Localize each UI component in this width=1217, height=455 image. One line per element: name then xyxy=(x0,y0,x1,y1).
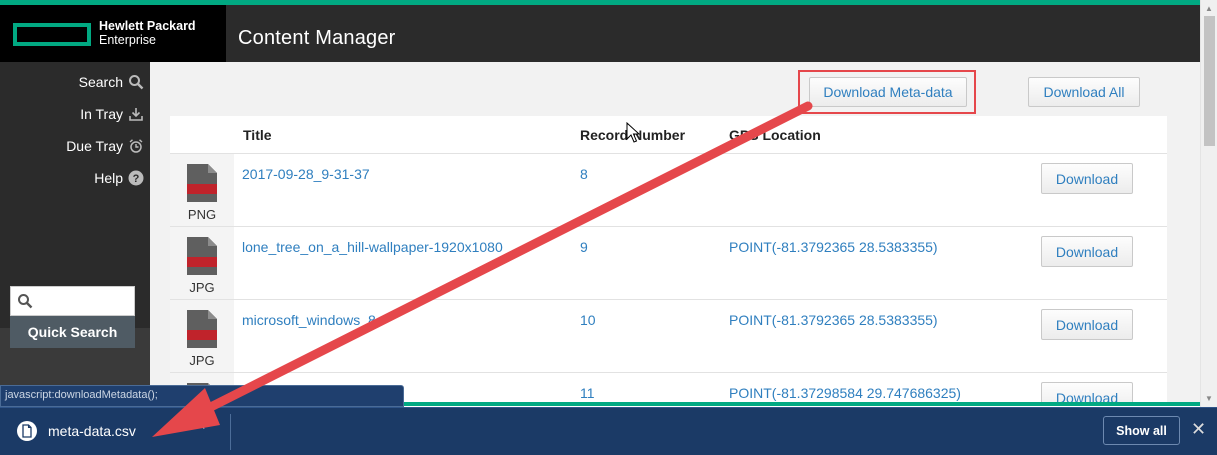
jpg-file-icon xyxy=(187,237,217,275)
brand-line-1: Hewlett Packard xyxy=(99,19,196,33)
hpe-logo-text: Hewlett Packard Enterprise xyxy=(99,19,196,47)
downloaded-file-icon xyxy=(17,421,37,441)
record-number-link[interactable]: 11 xyxy=(580,385,595,401)
download-button[interactable]: Download xyxy=(1041,236,1133,267)
tray-download-icon xyxy=(129,108,143,121)
record-number-link[interactable]: 9 xyxy=(580,239,588,255)
file-type-label: JPG xyxy=(189,280,215,295)
chevron-up-icon[interactable]: ^ xyxy=(198,420,205,436)
sidebar-item-search[interactable]: Search xyxy=(79,72,144,92)
app-title: Content Manager xyxy=(238,27,396,49)
search-icon xyxy=(18,294,33,309)
page-scrollbar[interactable]: ▲ ▼ xyxy=(1200,0,1217,407)
download-button[interactable]: Download xyxy=(1041,309,1133,340)
brand-line-2: Enterprise xyxy=(99,33,156,47)
gps-location-link[interactable]: POINT(-81.3792365 28.5383355) xyxy=(729,239,938,255)
sidebar-item-label: Help xyxy=(94,170,123,186)
download-button[interactable]: Download xyxy=(1041,163,1133,194)
quick-search-field[interactable] xyxy=(10,286,135,316)
sidebar-item-help[interactable]: Help ? xyxy=(94,168,144,188)
jpg-file-icon xyxy=(187,310,217,348)
gps-location-link[interactable]: POINT(-81.37298584 29.747686325) xyxy=(729,385,961,401)
record-number-link[interactable]: 8 xyxy=(580,166,588,182)
quick-search-input[interactable] xyxy=(37,290,132,312)
downloads-divider xyxy=(230,414,231,450)
table-row: JPG lone_tree_on_a_hill-wallpaper-1920x1… xyxy=(170,226,1167,299)
scroll-down-arrow-icon[interactable]: ▼ xyxy=(1205,394,1213,403)
sidebar-item-in-tray[interactable]: In Tray xyxy=(80,104,144,124)
gps-location-link[interactable]: POINT(-81.3792365 28.5383355) xyxy=(729,312,938,328)
file-type-label: JPG xyxy=(189,353,215,368)
column-header-gps-location[interactable]: GPS Location xyxy=(729,127,821,143)
png-file-icon xyxy=(187,164,217,202)
footer-accent-line xyxy=(404,402,1200,406)
record-number-link[interactable]: 10 xyxy=(580,312,596,328)
record-title-link[interactable]: microsoft_windows_8 xyxy=(242,312,376,328)
records-table: Title Record Number GPS Location PNG 201… xyxy=(170,116,1167,402)
sidebar: Search In Tray Due Tray Help ? xyxy=(0,62,150,455)
svg-text:?: ? xyxy=(133,173,140,185)
help-circle-icon: ? xyxy=(128,170,144,186)
hpe-logo[interactable]: Hewlett Packard Enterprise xyxy=(0,5,226,62)
show-all-button[interactable]: Show all xyxy=(1103,416,1180,445)
mouse-cursor-icon xyxy=(626,122,640,143)
table-row: PNG 2017-09-28_9-31-37 8 Download xyxy=(170,153,1167,226)
sidebar-item-label: Due Tray xyxy=(66,138,123,154)
hpe-logo-rectangle xyxy=(13,23,91,46)
downloads-bar: meta-data.csv ^ Show all ✕ xyxy=(0,407,1217,455)
scroll-up-arrow-icon[interactable]: ▲ xyxy=(1205,4,1213,13)
sidebar-item-label: In Tray xyxy=(80,106,123,122)
scrollbar-thumb[interactable] xyxy=(1204,16,1215,146)
status-bar-url: javascript:downloadMetadata(); xyxy=(0,385,404,407)
record-title-link[interactable]: 2017-09-28_9-31-37 xyxy=(242,166,370,182)
downloaded-file-name[interactable]: meta-data.csv xyxy=(48,423,136,439)
quick-search-button[interactable]: Quick Search xyxy=(10,316,135,348)
sidebar-item-due-tray[interactable]: Due Tray xyxy=(66,136,144,156)
column-header-title[interactable]: Title xyxy=(243,127,272,143)
close-icon[interactable]: ✕ xyxy=(1191,419,1206,440)
app-header: Hewlett Packard Enterprise Content Manag… xyxy=(0,5,1200,62)
record-title-link[interactable]: lone_tree_on_a_hill-wallpaper-1920x1080 xyxy=(242,239,503,255)
sidebar-item-label: Search xyxy=(78,74,123,90)
download-all-button[interactable]: Download All xyxy=(1028,77,1140,107)
file-type-label: PNG xyxy=(187,207,217,222)
download-button[interactable]: Download xyxy=(1041,382,1133,402)
alarm-clock-icon xyxy=(129,139,143,153)
table-row: JPG microsoft_windows_8 10 POINT(-81.379… xyxy=(170,299,1167,372)
search-icon xyxy=(129,75,144,90)
annotation-highlight-box xyxy=(798,70,976,114)
